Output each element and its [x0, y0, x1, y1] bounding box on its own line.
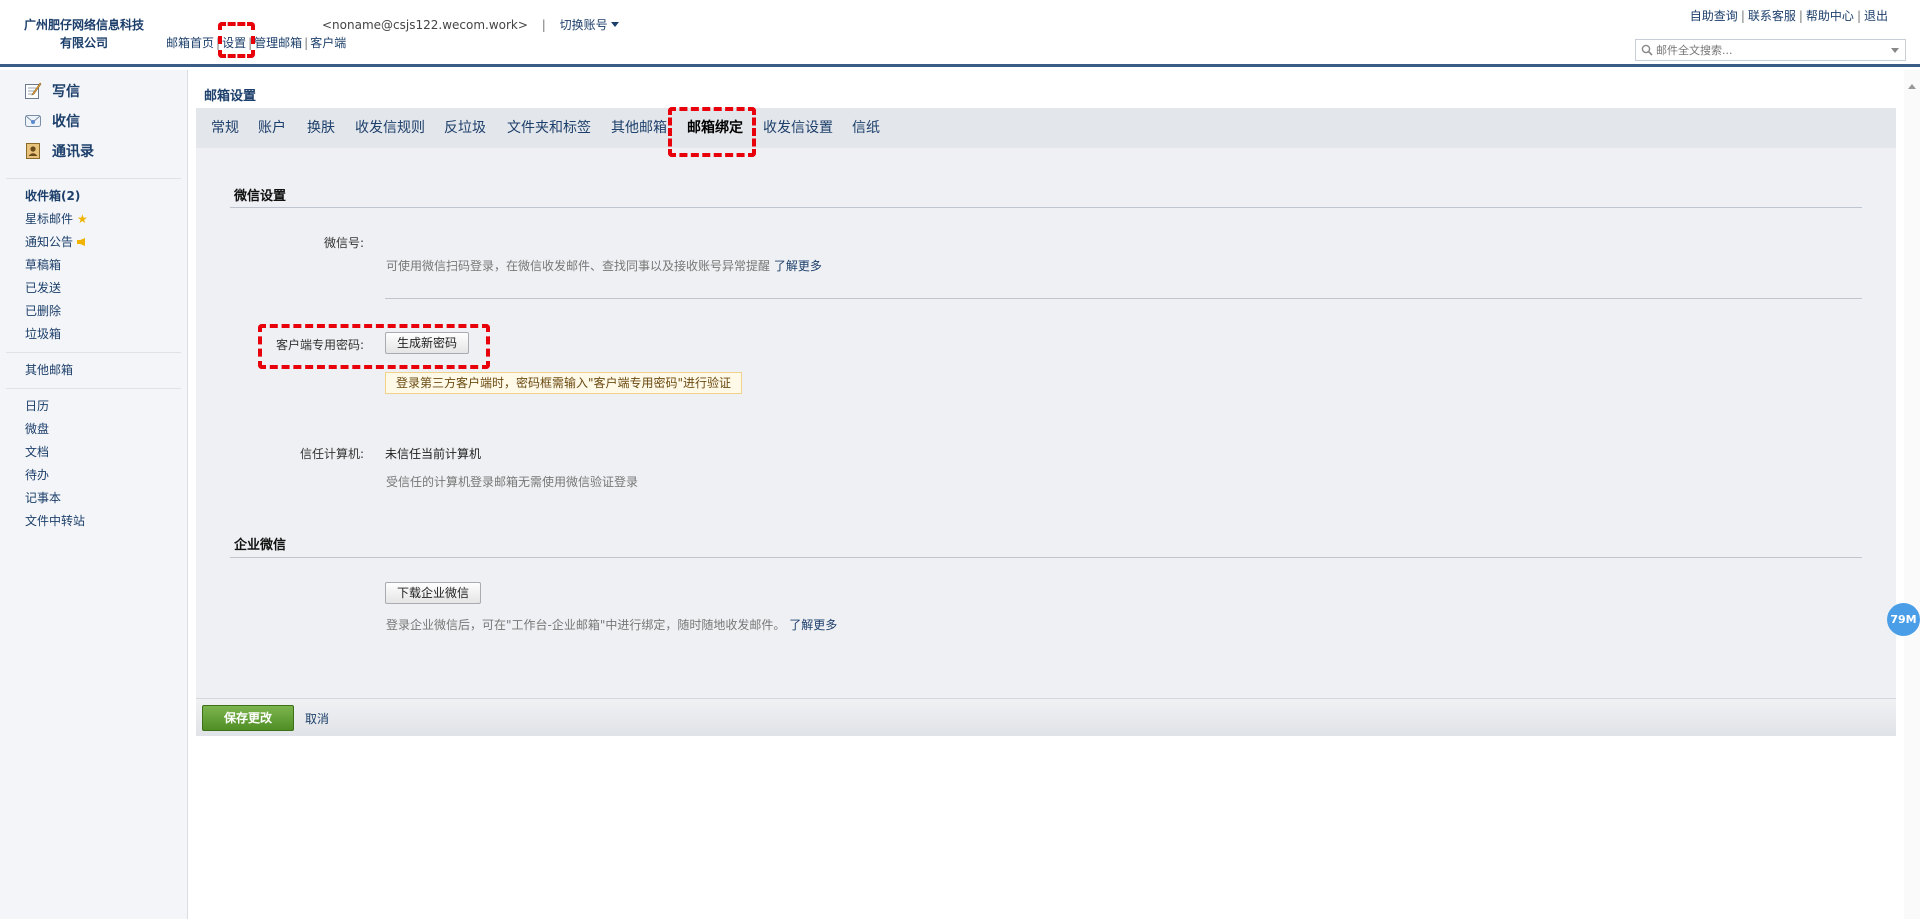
search-input[interactable] [1656, 42, 1876, 58]
wework-hint: 登录企业微信后，可在"工作台-企业邮箱"中进行绑定，随时随地收发邮件。 了解更多 [386, 616, 837, 633]
folder-deleted[interactable]: 已删除 [0, 300, 187, 323]
separator: | [541, 18, 546, 32]
trusted-computer-label: 信任计算机: [299, 447, 364, 461]
logout-link[interactable]: 退出 [1864, 9, 1888, 23]
top-links: 自助查询 | 联系客服 | 帮助中心 | 退出 [1689, 9, 1888, 23]
compose-button[interactable]: 写信 [0, 76, 187, 106]
folder-notices-label: 通知公告 [25, 235, 74, 249]
nav-client[interactable]: 客户端 [310, 36, 346, 50]
settings-main: 邮箱设置 常规 账户 换肤 收发信规则 反垃圾 文件夹和标签 其他邮箱 邮箱绑定… [196, 70, 1896, 919]
caret-down-icon [610, 22, 619, 27]
sidebar: 写信 收信 通讯录 收件箱(2) 星标邮件 ★ 通知公告 草稿箱 已发送 已删除 … [0, 70, 188, 919]
divider [6, 178, 181, 179]
wechat-hint-text: 可使用微信扫码登录，在微信收发邮件、查找同事以及接收账号异常提醒 [386, 259, 771, 273]
download-wework-button[interactable]: 下载企业微信 [385, 582, 482, 604]
page-title: 邮箱设置 [204, 89, 257, 104]
search-dropdown-icon[interactable] [1891, 48, 1899, 53]
settings-panel: 微信设置 微信号: 可使用微信扫码登录，在微信收发邮件、查找同事以及接收账号异常… [196, 148, 1896, 698]
tab-stationery[interactable]: 信纸 [852, 108, 880, 148]
app-drive[interactable]: 微盘 [0, 418, 187, 441]
nav-mail-home[interactable]: 邮箱首页 [166, 36, 214, 50]
section-divider [230, 557, 1862, 558]
cancel-link[interactable]: 取消 [305, 710, 329, 727]
tab-anti-spam[interactable]: 反垃圾 [444, 108, 486, 148]
wework-hint-text: 登录企业微信后，可在"工作台-企业邮箱"中进行绑定，随时随地收发邮件。 [386, 618, 786, 632]
inbox-label: 收信 [52, 114, 80, 130]
switch-account-link[interactable]: 切换账号 [560, 18, 619, 32]
star-icon: ★ [77, 212, 88, 226]
action-footer: 保存更改 取消 [196, 698, 1896, 736]
folder-sent[interactable]: 已发送 [0, 277, 187, 300]
top-header: 广州肥仔网络信息科技 有限公司 <noname@csjs122.wecom.wo… [0, 0, 1920, 67]
app-calendar[interactable]: 日历 [0, 395, 187, 418]
tab-skin[interactable]: 换肤 [307, 108, 335, 148]
company-name-line2: 有限公司 [59, 36, 108, 50]
contacts-button[interactable]: 通讯录 [0, 136, 187, 166]
client-password-label: 客户端专用密码: [275, 338, 364, 352]
company-name-line1: 广州肥仔网络信息科技 [23, 18, 144, 32]
folder-inbox[interactable]: 收件箱(2) [0, 185, 187, 208]
switch-account-label: 切换账号 [559, 18, 608, 32]
field-divider [385, 298, 1862, 299]
compose-label: 写信 [52, 84, 80, 100]
app-file-transfer[interactable]: 文件中转站 [0, 510, 187, 533]
wechat-id-label: 微信号: [323, 236, 364, 250]
help-center-link[interactable]: 帮助中心 [1806, 9, 1854, 23]
divider [6, 388, 181, 389]
account-email: <noname@csjs122.wecom.work> [322, 18, 528, 32]
folder-starred-label: 星标邮件 [25, 212, 74, 226]
app-notes[interactable]: 记事本 [0, 487, 187, 510]
tab-other-mailboxes[interactable]: 其他邮箱 [611, 108, 667, 148]
tab-mailbox-binding[interactable]: 邮箱绑定 [687, 108, 743, 148]
wework-section-title: 企业微信 [234, 538, 287, 553]
section-divider [230, 207, 1862, 208]
mail-search[interactable] [1635, 39, 1906, 61]
scroll-up-icon[interactable] [1908, 84, 1916, 89]
folder-spam[interactable]: 垃圾箱 [0, 323, 187, 346]
self-service-link[interactable]: 自助查询 [1690, 9, 1738, 23]
company-name: 广州肥仔网络信息科技 有限公司 [14, 16, 154, 52]
wechat-section-title: 微信设置 [234, 189, 287, 204]
nav-settings[interactable]: 设置 [222, 36, 246, 50]
generate-password-button[interactable]: 生成新密码 [385, 332, 470, 354]
divider [6, 352, 181, 353]
client-password-warning: 登录第三方客户端时，密码框需输入"客户端专用密码"进行验证 [385, 372, 743, 394]
folder-notices[interactable]: 通知公告 [0, 231, 187, 254]
wework-learn-more-link[interactable]: 了解更多 [789, 618, 837, 632]
compose-icon [25, 82, 42, 99]
trusted-computer-hint: 受信任的计算机登录邮箱无需使用微信验证登录 [386, 475, 639, 489]
app-todo[interactable]: 待办 [0, 464, 187, 487]
account-bar: <noname@csjs122.wecom.work> | 切换账号 [322, 16, 619, 33]
save-changes-button[interactable]: 保存更改 [202, 705, 294, 731]
folder-drafts[interactable]: 草稿箱 [0, 254, 187, 277]
tab-general[interactable]: 常规 [211, 108, 239, 148]
contacts-icon [26, 143, 40, 159]
folder-starred[interactable]: 星标邮件 ★ [0, 208, 187, 231]
inbox-button[interactable]: 收信 [0, 106, 187, 136]
tab-mail-rules[interactable]: 收发信规则 [355, 108, 425, 148]
speaker-icon [77, 238, 86, 246]
top-nav: 邮箱首页 | 设置 | 管理邮箱 | 客户端 [166, 36, 347, 50]
search-icon [1641, 44, 1653, 56]
tab-account[interactable]: 账户 [258, 108, 286, 148]
tab-send-receive[interactable]: 收发信设置 [763, 108, 833, 148]
contacts-label: 通讯录 [52, 144, 94, 160]
page-scrollbar[interactable] [1904, 70, 1920, 919]
memory-badge[interactable]: 79M [1887, 603, 1920, 636]
other-mailboxes[interactable]: 其他邮箱 [0, 359, 187, 382]
wechat-learn-more-link[interactable]: 了解更多 [774, 259, 822, 273]
nav-admin-mailbox[interactable]: 管理邮箱 [254, 36, 302, 50]
app-docs[interactable]: 文档 [0, 441, 187, 464]
tab-folders-labels[interactable]: 文件夹和标签 [507, 108, 591, 148]
wechat-hint: 可使用微信扫码登录，在微信收发邮件、查找同事以及接收账号异常提醒 了解更多 [386, 257, 822, 274]
settings-tabs: 常规 账户 换肤 收发信规则 反垃圾 文件夹和标签 其他邮箱 邮箱绑定 收发信设… [196, 108, 1896, 148]
trusted-computer-status: 未信任当前计算机 [385, 447, 482, 461]
inbox-icon [25, 115, 41, 127]
contact-support-link[interactable]: 联系客服 [1748, 9, 1796, 23]
